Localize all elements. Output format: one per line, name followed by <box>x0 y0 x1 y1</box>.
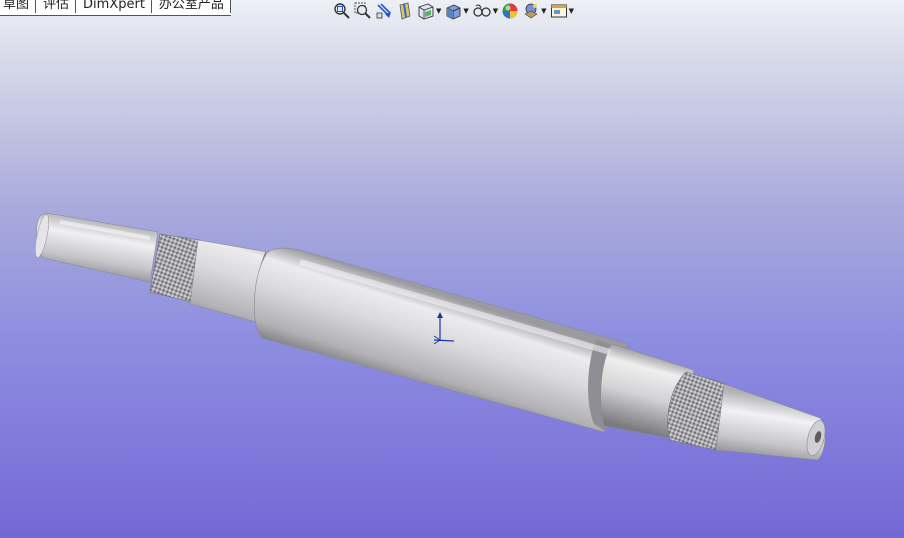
zoom-to-area-icon <box>354 2 371 19</box>
view-settings-icon <box>550 4 567 18</box>
previous-view-button[interactable] <box>375 1 393 21</box>
zoom-to-fit-button[interactable] <box>333 1 351 21</box>
view-orientation-dropdown-icon[interactable]: ▼ <box>436 1 441 21</box>
tab-sketch[interactable]: 草图 <box>0 0 37 13</box>
apply-scene-dropdown-icon[interactable]: ▼ <box>541 1 546 21</box>
left-tip <box>36 212 159 283</box>
graphics-viewport[interactable] <box>0 0 904 538</box>
command-tabs: 草图 评估 DimXpert 办公室产品 <box>0 0 231 16</box>
zoom-to-area-button[interactable] <box>354 1 372 21</box>
view-orientation-button[interactable]: ▼ <box>417 1 441 21</box>
display-style-dropdown-icon[interactable]: ▼ <box>463 1 468 21</box>
zoom-to-fit-icon <box>334 3 350 19</box>
hide-show-items-icon <box>473 4 491 17</box>
edit-appearance-button[interactable] <box>501 1 519 21</box>
shaft-model[interactable] <box>33 212 829 461</box>
view-settings-button[interactable]: ▼ <box>550 1 574 21</box>
tab-evaluate[interactable]: 评估 <box>36 0 77 13</box>
apply-scene-icon <box>524 3 538 19</box>
view-settings-dropdown-icon[interactable]: ▼ <box>569 1 574 21</box>
edit-appearance-icon <box>502 3 518 19</box>
display-style-icon <box>446 4 461 20</box>
display-style-button[interactable]: ▼ <box>444 1 469 21</box>
tab-dimxpert[interactable]: DimXpert <box>76 0 152 13</box>
hide-show-dropdown-icon[interactable]: ▼ <box>493 1 498 21</box>
previous-view-icon <box>376 3 391 19</box>
apply-scene-button[interactable]: ▼ <box>522 1 547 21</box>
tab-office-products[interactable]: 办公室产品 <box>152 0 231 13</box>
view-orientation-icon <box>418 3 434 20</box>
section-view-icon <box>399 2 411 20</box>
heads-up-view-toolbar: ▼ ▼ ▼ ▼ ▼ <box>333 1 577 21</box>
hide-show-items-button[interactable]: ▼ <box>472 1 498 21</box>
section-view-button[interactable] <box>396 1 414 21</box>
